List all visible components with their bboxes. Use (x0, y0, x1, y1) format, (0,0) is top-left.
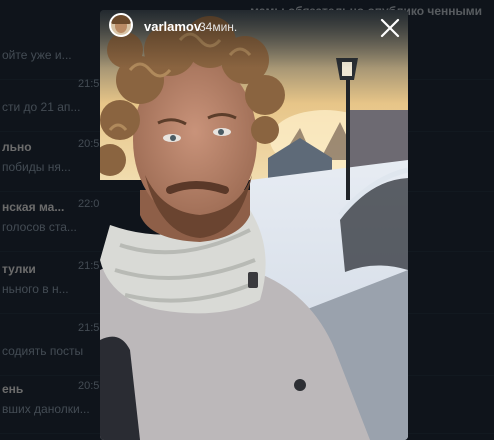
chat-row-name: ень (2, 382, 24, 396)
chat-row-message: сти до 21 ап... (2, 100, 81, 114)
zipper-pull (248, 272, 258, 288)
story-username[interactable]: varlamov (144, 19, 201, 34)
avatar-icon[interactable] (109, 13, 133, 37)
chat-row-time: 21:5 (78, 322, 100, 334)
story-time-ago: 34мин. (199, 20, 238, 34)
chat-row-time: 20:5 (78, 380, 100, 392)
chat-row-time: 21:5 (78, 78, 100, 90)
story-viewer[interactable]: varlamov 34мин. (100, 10, 408, 440)
chat-row-name: льно (2, 140, 32, 154)
chat-row-message: ойте уже и... (2, 48, 72, 62)
chat-row-time: 20:5 (78, 138, 100, 150)
close-glyph (380, 18, 400, 38)
chat-row-time: 22:0 (78, 198, 100, 210)
right-iris (218, 129, 224, 135)
chat-row-message: содиять посты (2, 344, 84, 358)
chat-row-time: 21:5 (78, 260, 100, 272)
jacket-button (294, 379, 306, 391)
close-icon[interactable] (378, 16, 402, 40)
chat-row-message: голосов ста... (2, 220, 77, 234)
left-iris (170, 135, 176, 141)
story-photo (100, 10, 408, 440)
lamp-post (346, 70, 350, 200)
chat-row-name: нская ма... (2, 200, 65, 214)
chat-row-message: побиды ня... (2, 160, 71, 174)
chat-row-name: тулки (2, 262, 36, 276)
avatar-hair (111, 15, 131, 24)
chat-row-message: вших данолки... (2, 402, 90, 416)
chat-row-message: ньного в н... (2, 282, 69, 296)
